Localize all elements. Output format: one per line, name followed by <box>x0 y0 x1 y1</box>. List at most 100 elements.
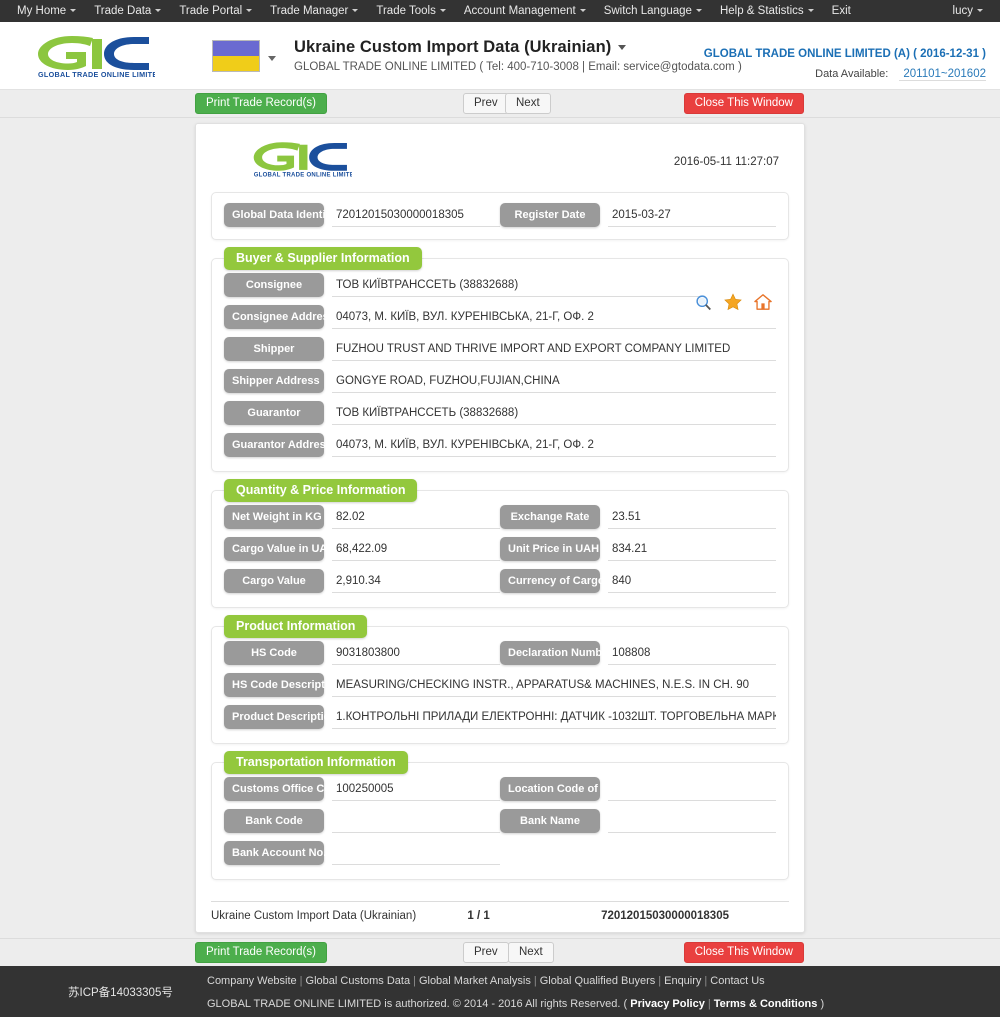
consignee-field: Consignee ТОВ КИЇВТРАНССЕТЬ (38832688) <box>224 273 776 297</box>
page-subtitle: GLOBAL TRADE ONLINE LIMITED ( Tel: 400-7… <box>294 61 742 73</box>
buyer-supplier-title: Buyer & Supplier Information <box>224 247 422 270</box>
print-trade-records-button-bottom[interactable]: Print Trade Record(s) <box>195 942 327 963</box>
account-name: GLOBAL TRADE ONLINE LIMITED (A) ( 2016-1… <box>703 48 986 60</box>
identity-row: Global Data Identity 7201201503000001830… <box>224 203 776 227</box>
buyer-supplier-panel: Buyer & Supplier Information Consignee Т… <box>211 247 789 472</box>
bank-name-field: Bank Name <box>500 809 776 833</box>
net-weight-field: Net Weight in KG 82.02 <box>224 505 500 529</box>
nav-item-my-home[interactable]: My Home <box>8 0 85 22</box>
register-date-field: Register Date 2015-03-27 <box>500 203 776 227</box>
cargo-value-uah-label: Cargo Value in UAH <box>224 537 335 561</box>
bank-code-label: Bank Code <box>224 809 324 833</box>
nav-item-switch-language[interactable]: Switch Language <box>595 0 711 22</box>
search-icon[interactable] <box>695 294 712 311</box>
nav-item-trade-data[interactable]: Trade Data <box>85 0 170 22</box>
currency-of-cargo-label: Currency of Cargo <box>500 569 605 593</box>
title-block: Ukraine Custom Import Data (Ukrainian) G… <box>294 38 742 73</box>
footer-link-global-market-analysis[interactable]: Global Market Analysis <box>419 975 531 987</box>
close-window-button[interactable]: Close This Window <box>683 93 804 114</box>
product-description-value: 1.КОНТРОЛЬНІ ПРИЛАДИ ЕЛЕКТРОННІ: ДАТЧИК … <box>332 705 776 729</box>
divider: | <box>704 975 708 987</box>
page-header: GLOBAL TRADE ONLINE LIMITED Ukraine Cust… <box>0 22 1000 105</box>
table-row: Guarantor ТОВ КИЇВТРАНССЕТЬ (38832688) <box>224 401 776 425</box>
bank-account-no-field: Bank Account No. <box>224 841 500 865</box>
page-title-text: Ukraine Custom Import Data (Ukrainian) <box>294 38 612 56</box>
record-footer: Ukraine Custom Import Data (Ukrainian) 1… <box>211 901 789 922</box>
next-button[interactable]: Next <box>505 93 551 114</box>
nav-item-trade-portal[interactable]: Trade Portal <box>170 0 261 22</box>
shipper-field: Shipper FUZHOU TRUST AND THRIVE IMPORT A… <box>224 337 776 361</box>
table-row: Shipper FUZHOU TRUST AND THRIVE IMPORT A… <box>224 337 776 361</box>
currency-of-cargo-value: 840 <box>608 569 776 593</box>
nav-item-trade-tools[interactable]: Trade Tools <box>367 0 454 22</box>
chevron-down-icon <box>439 9 446 13</box>
nav-label: Trade Tools <box>376 5 436 17</box>
declaration-number-field: Declaration Number 108808 <box>500 641 776 665</box>
prev-button-bottom[interactable]: Prev <box>463 942 509 963</box>
divider: | <box>707 998 711 1010</box>
shipper-label: Shipper <box>224 337 324 361</box>
table-row: HS Code Description MEASURING/CHECKING I… <box>224 673 776 697</box>
customs-office-code-label: Customs Office Code <box>224 777 344 801</box>
nav-item-trade-manager[interactable]: Trade Manager <box>261 0 367 22</box>
guarantor-label: Guarantor <box>224 401 324 425</box>
guarantor-value: ТОВ КИЇВТРАНССЕТЬ (38832688) <box>332 401 776 425</box>
chevron-down-icon <box>155 9 162 13</box>
footer-link-privacy-policy[interactable]: Privacy Policy <box>630 998 705 1010</box>
page-title: Ukraine Custom Import Data (Ukrainian) <box>294 38 742 57</box>
chevron-down-icon <box>977 9 983 13</box>
data-available-row: Data Available: 201101~201602 <box>704 62 986 86</box>
nav-label: My Home <box>17 5 67 17</box>
bank-name-label: Bank Name <box>500 809 600 833</box>
record-stage: GLOBAL TRADE ONLINE LIMITED 2016-05-11 1… <box>0 118 1000 938</box>
record-page-indicator: 1 / 1 <box>467 910 490 922</box>
data-available-label: Data Available: <box>815 68 889 80</box>
divider: | <box>658 975 662 987</box>
nav-item-help-statistics[interactable]: Help & Statistics <box>711 0 823 22</box>
footer-link-company-website[interactable]: Company Website <box>207 975 297 987</box>
hs-code-description-field: HS Code Description MEASURING/CHECKING I… <box>224 673 776 697</box>
bank-account-no-label: Bank Account No. <box>224 841 326 865</box>
customs-office-code-field: Customs Office Code 100250005 <box>224 777 500 801</box>
footer-link-global-customs-data[interactable]: Global Customs Data <box>306 975 411 987</box>
table-row: Consignee ТОВ КИЇВТРАНССЕТЬ (38832688) <box>224 273 776 297</box>
nav-item-exit[interactable]: Exit <box>823 0 860 22</box>
guarantor-address-value: 04073, М. КИЇВ, ВУЛ. КУРЕНІВСЬКА, 21-Г, … <box>332 433 776 457</box>
footer-link-global-qualified-buyers[interactable]: Global Qualified Buyers <box>540 975 656 987</box>
chevron-down-icon <box>579 9 586 13</box>
footer-links: Company Website | Global Customs Data | Glob… <box>207 975 765 987</box>
shipper-value: FUZHOU TRUST AND THRIVE IMPORT AND EXPOR… <box>332 337 776 361</box>
footer-link-terms-conditions[interactable]: Terms & Conditions <box>714 998 818 1010</box>
nav-label: Exit <box>831 5 851 17</box>
location-code-of-bank-value <box>608 777 776 801</box>
global-data-identity-value: 72012015030000018305 <box>332 203 500 227</box>
cargo-value-field: Cargo Value 2,910.34 <box>224 569 500 593</box>
chevron-down-icon <box>695 9 702 13</box>
exchange-rate-label: Exchange Rate <box>500 505 600 529</box>
close-window-button-bottom[interactable]: Close This Window <box>683 942 804 963</box>
chevron-down-icon[interactable] <box>618 45 627 51</box>
record-timestamp: 2016-05-11 11:27:07 <box>673 156 779 168</box>
unit-price-uah-label: Unit Price in UAH <box>500 537 600 561</box>
star-icon[interactable] <box>724 293 742 311</box>
bottom-toolbar: Print Trade Record(s) Prev Next Close Th… <box>0 938 1000 966</box>
ukraine-flag-icon <box>212 39 260 72</box>
footer-link-enquiry[interactable]: Enquiry <box>664 975 701 987</box>
next-button-bottom[interactable]: Next <box>508 942 554 963</box>
nav-label: Trade Manager <box>270 5 349 17</box>
company-logo[interactable]: GLOBAL TRADE ONLINE LIMITED <box>30 33 170 79</box>
home-icon[interactable] <box>754 293 772 311</box>
exchange-rate-field: Exchange Rate 23.51 <box>500 505 776 529</box>
print-trade-records-button[interactable]: Print Trade Record(s) <box>195 93 327 114</box>
record-action-icons <box>695 293 772 311</box>
table-row: HS Code 9031803800 Declaration Number 10… <box>224 641 776 665</box>
user-menu[interactable]: lucy <box>944 0 992 22</box>
top-navigation-bar: My Home Trade Data Trade Portal Trade Ma… <box>0 0 1000 22</box>
guarantor-address-field: Guarantor Address 04073, М. КИЇВ, ВУЛ. К… <box>224 433 776 457</box>
nav-item-account-management[interactable]: Account Management <box>455 0 595 22</box>
prev-button[interactable]: Prev <box>463 93 509 114</box>
exchange-rate-value: 23.51 <box>608 505 776 529</box>
country-flag-selector[interactable] <box>212 39 276 72</box>
quantity-price-title: Quantity & Price Information <box>224 479 418 502</box>
footer-link-contact-us[interactable]: Contact Us <box>710 975 764 987</box>
